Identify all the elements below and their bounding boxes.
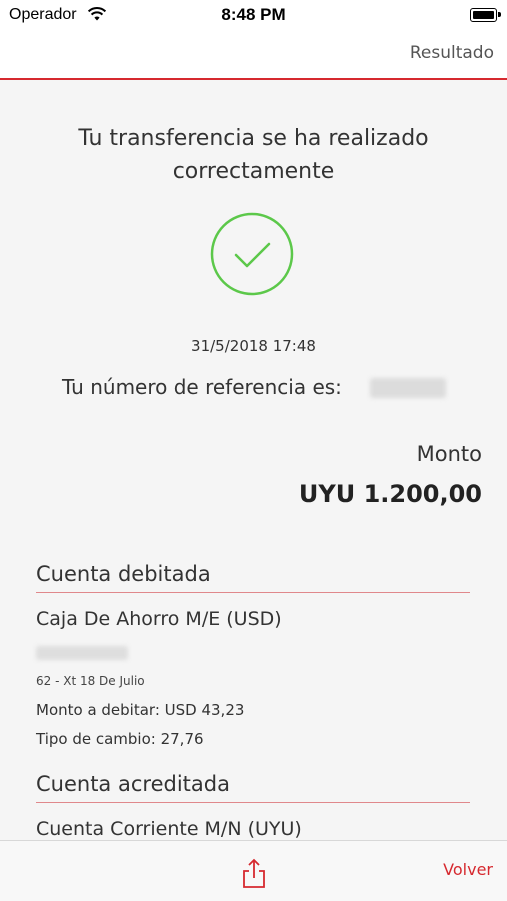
battery-icon [470, 8, 501, 22]
credited-section-title: Cuenta acreditada [36, 772, 470, 803]
debited-section-title: Cuenta debitada [36, 562, 470, 593]
success-message: Tu transferencia se ha realizado correct… [78, 126, 429, 184]
debit-amount: Monto a debitar: USD 43,23 [36, 701, 245, 719]
debited-account-name: Caja De Ahorro M/E (USD) [36, 608, 282, 630]
back-button[interactable]: Volver [443, 860, 493, 879]
credited-account-name: Cuenta Corriente M/N (UYU) [36, 818, 302, 840]
amount-value: UYU 1.200,00 [298, 480, 482, 508]
status-time: 8:48 PM [221, 5, 286, 24]
result-content: Tu transferencia se ha realizado correct… [0, 80, 507, 840]
reference-number-redacted [370, 378, 446, 398]
reference-label: Tu número de referencia es: [62, 375, 342, 399]
transaction-datetime: 31/5/2018 17:48 [191, 337, 316, 355]
success-check-icon [210, 212, 294, 296]
navigation-bar: Resultado [0, 30, 507, 80]
status-bar: Operador 8:48 PM [0, 0, 507, 30]
exchange-rate: Tipo de cambio: 27,76 [36, 730, 204, 748]
bottom-toolbar: Volver [0, 840, 507, 901]
amount-label: Monto [416, 442, 482, 466]
page-title: Resultado [409, 43, 494, 63]
share-button[interactable] [240, 857, 268, 889]
debited-branch: 62 - Xt 18 De Julio [36, 674, 145, 688]
share-icon [243, 858, 265, 888]
debited-account-number-redacted [36, 646, 128, 660]
